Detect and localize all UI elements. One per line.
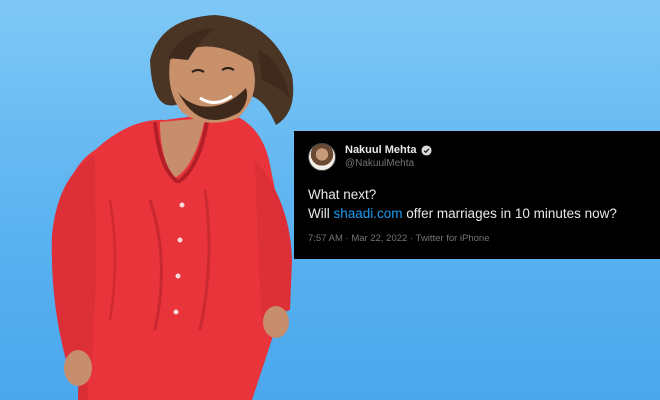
tweet-source: Twitter for iPhone: [415, 233, 490, 244]
avatar[interactable]: [308, 143, 336, 171]
name-row: Nakuul Mehta: [345, 143, 432, 157]
shaadi-link[interactable]: shaadi.com: [334, 206, 403, 221]
tweet-header: Nakuul Mehta @NakuulMehta: [308, 143, 646, 171]
tweet-time[interactable]: 7:57 AM: [308, 233, 343, 244]
tweet-line-2-prefix: Will: [308, 206, 334, 221]
tweet-line-2-suffix: offer marriages in 10 minutes now?: [402, 206, 617, 221]
author-handle[interactable]: @NakuulMehta: [345, 157, 432, 171]
tweet-date[interactable]: Mar 22, 2022: [351, 233, 407, 244]
tweet-meta: 7:57 AM · Mar 22, 2022 · Twitter for iPh…: [308, 233, 646, 244]
verified-badge-icon: [420, 144, 432, 156]
meta-separator: ·: [407, 233, 416, 244]
tweet-line-2: Will shaadi.com offer marriages in 10 mi…: [308, 204, 646, 223]
author-display-name[interactable]: Nakuul Mehta: [345, 143, 417, 157]
tweet-line-1: What next?: [308, 187, 377, 202]
tweet-body: What next? Will shaadi.com offer marriag…: [308, 185, 646, 223]
left-arm: [51, 155, 96, 362]
author-block: Nakuul Mehta @NakuulMehta: [345, 143, 432, 171]
embedded-tweet-card[interactable]: Nakuul Mehta @NakuulMehta What next? Wil…: [294, 131, 660, 259]
person-photo: [51, 15, 294, 400]
